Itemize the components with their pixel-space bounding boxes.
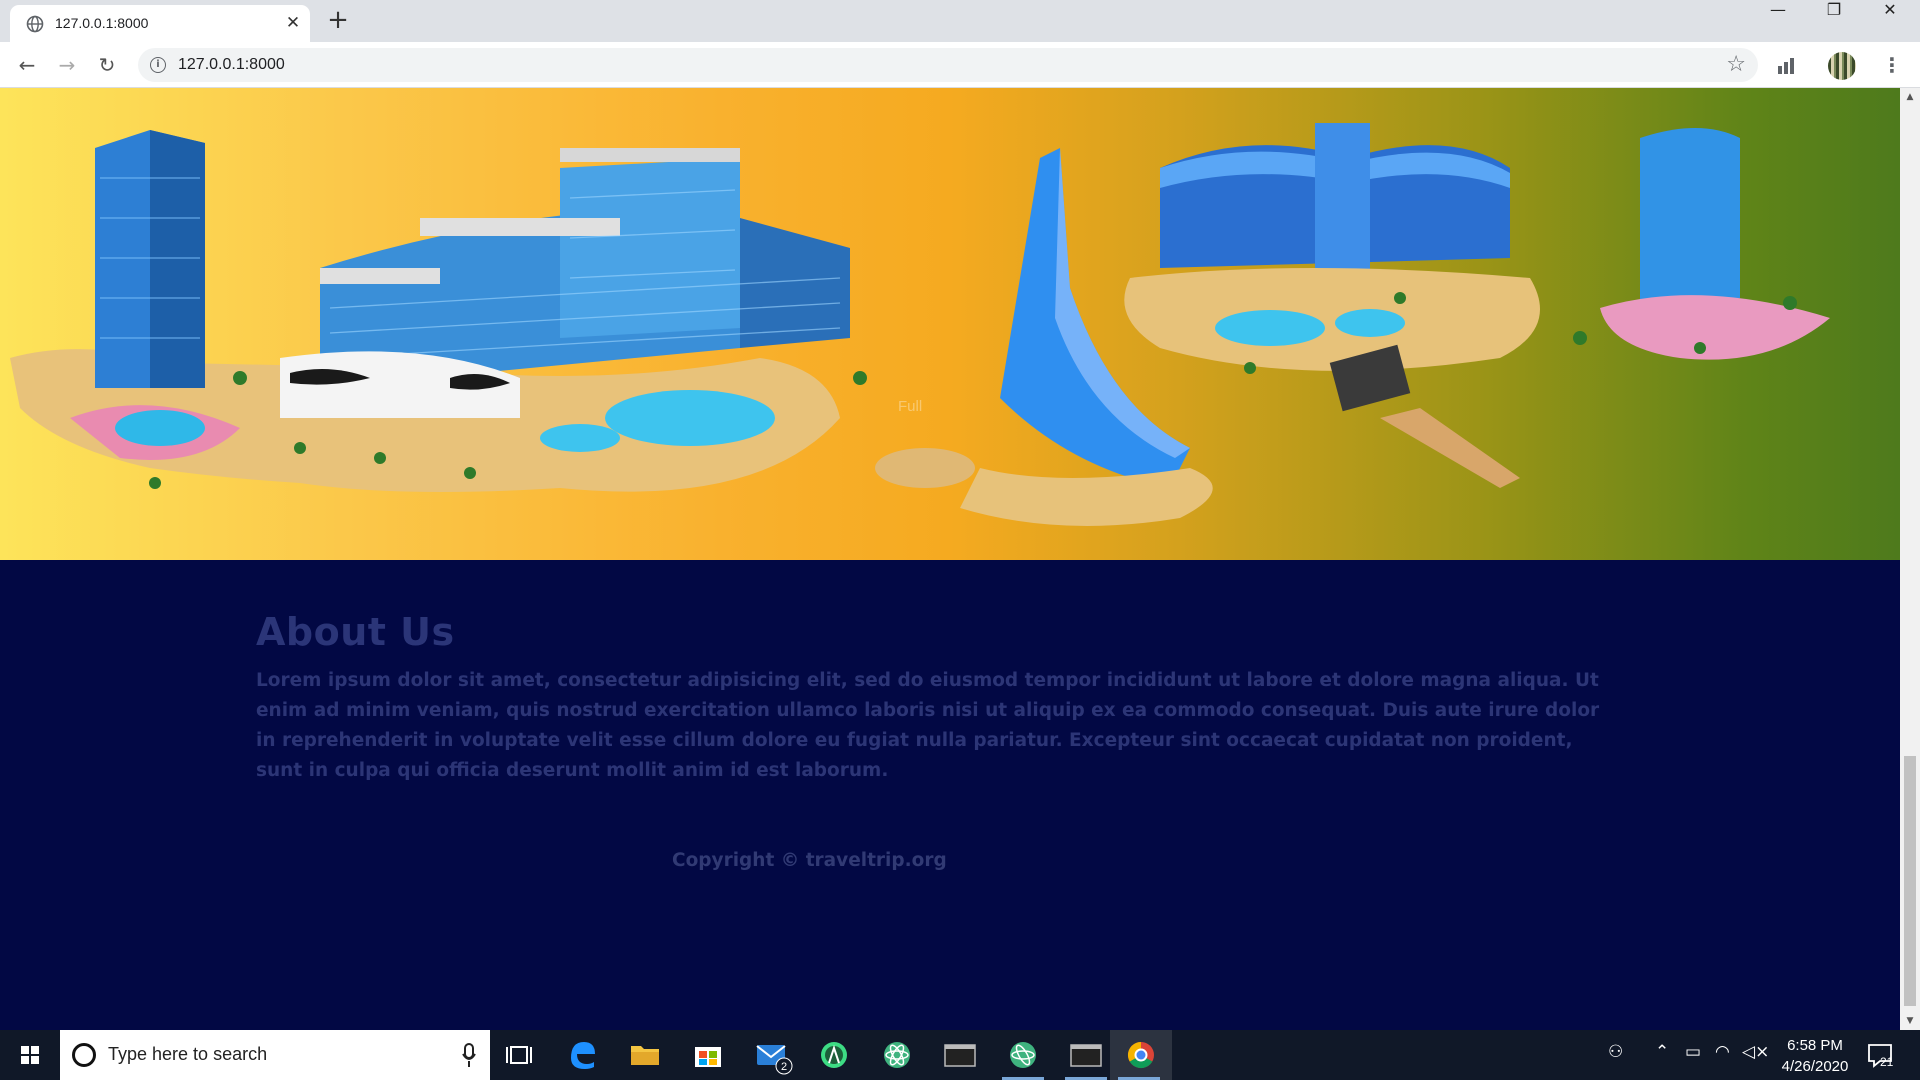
reload-button[interactable]: ↻: [92, 50, 122, 80]
close-window-button[interactable]: ✕: [1862, 0, 1918, 38]
taskbar-search[interactable]: Type here to search: [60, 1030, 490, 1080]
search-placeholder[interactable]: Type here to search: [108, 1044, 267, 1065]
people-icon[interactable]: ⚇: [1608, 1042, 1623, 1062]
notification-count: 21: [1880, 1055, 1894, 1069]
page-scrollbar[interactable]: ▲ ▼: [1900, 88, 1920, 1030]
terminal-app-active[interactable]: [1057, 1030, 1115, 1080]
tab-close-icon[interactable]: ✕: [284, 14, 302, 32]
mail-icon: 2: [756, 1045, 793, 1075]
extension-icon[interactable]: [1776, 54, 1800, 76]
browser-toolbar: ← → ↻ i 127.0.0.1:8000 ☆ ⋮: [0, 42, 1920, 88]
chrome-icon: [1127, 1041, 1154, 1069]
hero-banner: Full: [0, 88, 1900, 560]
windows-start-icon[interactable]: [0, 1030, 60, 1080]
search-icon: [72, 1043, 96, 1067]
atom-icon[interactable]: [868, 1030, 926, 1080]
volume-muted-icon[interactable]: ◁×: [1742, 1042, 1769, 1062]
profile-avatar[interactable]: [1828, 52, 1856, 80]
tab-title: 127.0.0.1:8000: [55, 15, 149, 31]
clock-time: 6:58 PM: [1787, 1037, 1843, 1054]
chrome-app-active[interactable]: [1110, 1030, 1172, 1080]
atom-app-active[interactable]: [994, 1030, 1052, 1080]
battery-icon[interactable]: ▭: [1685, 1042, 1701, 1062]
atom-icon-2: [1010, 1042, 1036, 1068]
store-icon[interactable]: [679, 1030, 737, 1080]
about-title: About Us: [256, 610, 455, 654]
copyright-text: Copyright © traveltrip.org: [672, 850, 947, 871]
tab-strip: 127.0.0.1:8000 ✕ + — ❐ ✕: [0, 0, 1920, 42]
resort-illustration: [10, 123, 1830, 526]
new-tab-button[interactable]: +: [324, 6, 352, 34]
scroll-down-icon[interactable]: ▼: [1900, 1012, 1920, 1030]
maximize-button[interactable]: ❐: [1806, 0, 1862, 38]
tray-chevron-icon[interactable]: ⌃: [1655, 1042, 1669, 1062]
terminal-icon[interactable]: [931, 1030, 989, 1080]
bookmark-star-icon[interactable]: ☆: [1726, 52, 1746, 77]
clock[interactable]: 6:58 PM 4/26/2020: [1770, 1035, 1860, 1077]
minimize-button[interactable]: —: [1750, 0, 1806, 38]
globe-icon: [26, 15, 44, 33]
scrollbar-thumb[interactable]: [1904, 756, 1916, 1006]
back-button[interactable]: ←: [12, 50, 42, 80]
scroll-up-icon[interactable]: ▲: [1900, 88, 1920, 106]
file-explorer-icon[interactable]: [616, 1030, 674, 1080]
about-text: Lorem ipsum dolor sit amet, consectetur …: [256, 670, 1600, 781]
browser-menu-icon[interactable]: ⋮: [1880, 50, 1904, 80]
about-section: About Us Lorem ipsum dolor sit amet, con…: [0, 560, 1900, 1030]
microphone-icon[interactable]: [462, 1042, 476, 1068]
android-studio-icon[interactable]: [805, 1030, 863, 1080]
taskbar: Type here to search 2 ⚇ ⌃ ▭ ◠ ◁× 6:58 PM…: [0, 1030, 1920, 1080]
task-view-icon[interactable]: [490, 1030, 548, 1080]
wifi-icon[interactable]: ◠: [1715, 1042, 1730, 1062]
edge-icon[interactable]: [553, 1030, 611, 1080]
terminal-icon-2: [1070, 1044, 1102, 1067]
address-bar[interactable]: i 127.0.0.1:8000 ☆: [138, 48, 1758, 82]
info-icon[interactable]: i: [150, 57, 166, 73]
forward-button[interactable]: →: [52, 50, 82, 80]
mail-app[interactable]: 2: [742, 1030, 800, 1080]
browser-tab[interactable]: 127.0.0.1:8000 ✕: [10, 5, 310, 42]
clock-date: 4/26/2020: [1781, 1058, 1849, 1075]
url-text[interactable]: 127.0.0.1:8000: [178, 56, 285, 74]
hero-faint-label: Full: [898, 398, 923, 415]
page-viewport: Full About Us Lorem ipsum dolor sit amet…: [0, 88, 1900, 1030]
mail-badge: 2: [781, 1061, 787, 1073]
